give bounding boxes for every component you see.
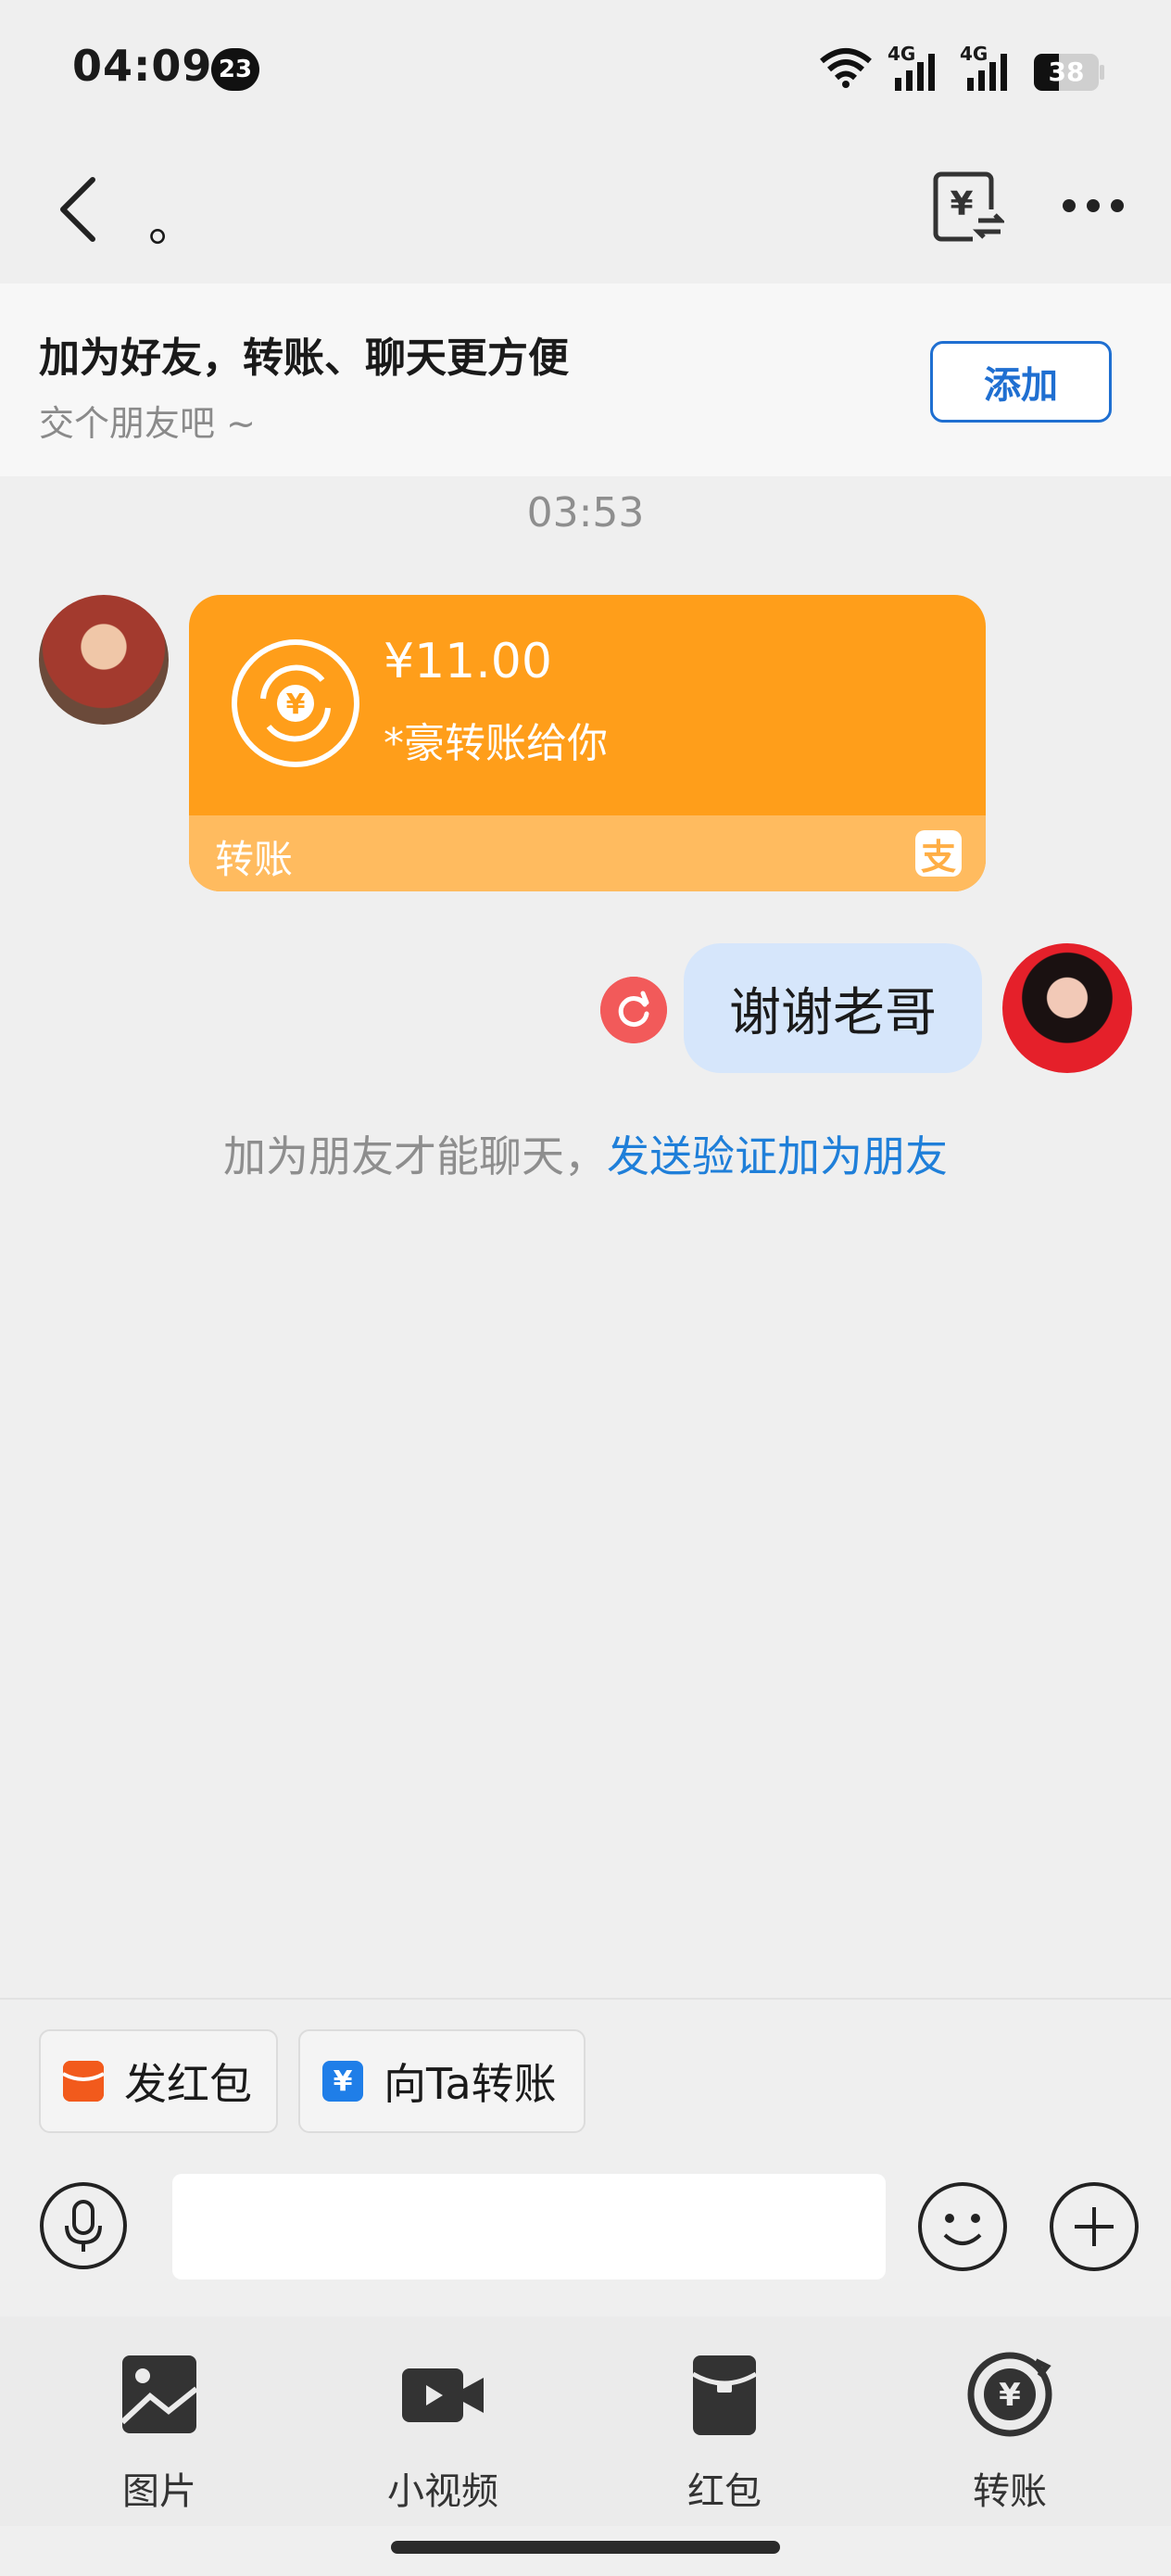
tool-video-label: 小视频 [387,2470,498,2513]
red-packet-icon [63,2061,104,2102]
tool-transfer[interactable]: ¥ 转账 [917,2339,1102,2513]
my-avatar[interactable] [1002,943,1132,1073]
sender-avatar[interactable] [39,595,169,725]
transfer-to-ta-label: 向Ta转账 [384,2059,557,2109]
emoji-icon[interactable] [917,2181,1008,2272]
transfer-amount: ¥11.00 [384,634,552,689]
svg-text:¥: ¥ [950,185,973,223]
send-verification-link[interactable]: 发送验证加为朋友 [607,1131,948,1181]
my-message-bubble[interactable]: 谢谢老哥 [684,943,982,1073]
send-red-packet-chip[interactable]: 发红包 [39,2029,278,2133]
notification-badge: 23 [211,48,259,91]
message-timestamp: 03:53 [526,489,645,537]
plus-icon[interactable] [1049,2181,1140,2272]
status-time: 04:09 [72,41,213,91]
status-bar: 04:09 23 4G 4G 38 [0,0,1171,139]
transfer-footer-label: 转账 [215,837,294,882]
transfer-record-icon[interactable]: ¥ [930,167,1004,245]
banner-title: 加为好友，转账、聊天更方便 [39,335,569,382]
banner-subtitle: 交个朋友吧 ~ [39,403,256,444]
tool-video[interactable]: 小视频 [350,2339,535,2513]
tool-photo-label: 图片 [122,2470,196,2513]
home-indicator[interactable] [391,2541,780,2554]
transfer-description: *豪转账给你 [384,720,608,767]
battery-icon: 38 [1034,54,1104,91]
message-input[interactable] [172,2174,886,2279]
more-options-icon[interactable] [1060,195,1127,217]
transfer-yuan-icon: ¥ [322,2061,363,2102]
signal-bars-1 [895,54,935,91]
microphone-icon[interactable] [39,2181,128,2270]
chat-title: 。 [148,197,197,253]
tool-red-packet-label: 红包 [687,2470,762,2513]
video-icon [402,2368,484,2422]
transfer-card-footer: 转账 支 [189,815,986,891]
svg-text:¥: ¥ [286,688,306,721]
tool-transfer-label: 转账 [973,2470,1047,2513]
send-red-packet-label: 发红包 [124,2059,252,2109]
tool-red-packet[interactable]: 红包 [632,2339,817,2513]
add-friend-button[interactable]: 添加 [930,341,1112,423]
alipay-icon: 支 [915,830,962,878]
red-packet-icon [691,2355,758,2435]
transfer-card-body: ¥ ¥11.00 *豪转账给你 [189,595,986,815]
back-arrow-icon[interactable] [52,172,107,246]
transfer-icon: ¥ [967,2352,1052,2437]
tool-photo[interactable]: 图片 [67,2339,252,2513]
image-icon [120,2355,198,2433]
wifi-icon [820,48,872,88]
signal-bars-2 [967,54,1007,91]
resend-icon[interactable] [600,977,667,1043]
battery-level: 38 [1048,57,1085,87]
hint-text: 加为朋友才能聊天， [223,1131,607,1181]
transfer-to-ta-chip[interactable]: ¥ 向Ta转账 [298,2029,586,2133]
transfer-coin-icon: ¥ [232,639,359,767]
friend-required-hint: 加为朋友才能聊天，发送验证加为朋友 [0,1123,1171,1184]
transfer-card[interactable]: ¥ ¥11.00 *豪转账给你 转账 支 [189,595,986,891]
svg-text:¥: ¥ [999,2377,1021,2414]
